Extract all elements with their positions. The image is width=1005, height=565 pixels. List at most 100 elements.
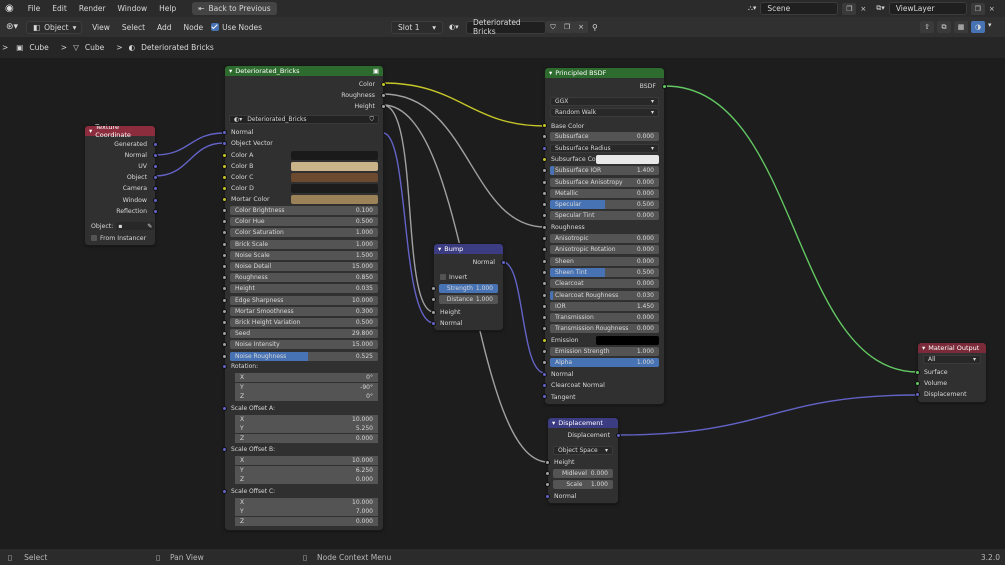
- bsdf-subsurface-socket[interactable]: [542, 134, 547, 140]
- overlay-icon[interactable]: ◑: [971, 21, 985, 33]
- input-socket[interactable]: [222, 186, 227, 192]
- bsdf-metallic[interactable]: Metallic 0.000: [550, 188, 659, 198]
- node-header[interactable]: ▾ Bump: [434, 244, 503, 254]
- back-to-previous-button[interactable]: ⇤ Back to Previous: [192, 2, 277, 15]
- bsdf-transmission-socket[interactable]: [542, 315, 547, 321]
- vector-component-x[interactable]: X 10.000: [235, 497, 378, 507]
- input-socket[interactable]: [222, 331, 227, 337]
- parent-node-icon[interactable]: ⇧: [920, 21, 934, 33]
- bsdf-anisotropic-rotation-socket[interactable]: [542, 247, 547, 253]
- input-socket[interactable]: [222, 219, 227, 225]
- output-socket[interactable]: [381, 92, 386, 98]
- bsdf-clearcoat[interactable]: Clearcoat 0.000: [550, 279, 659, 289]
- scale-field[interactable]: Scale 1.000: [553, 480, 613, 489]
- principled-bsdf-node[interactable]: ▾ Principled BSDF BSDF GGX ▾ Random Walk ▾ …: [542, 67, 667, 405]
- collapse-icon[interactable]: ▾: [552, 419, 555, 427]
- menu-file[interactable]: File: [22, 4, 47, 13]
- collapse-icon[interactable]: ▾: [89, 127, 92, 135]
- group-field-noise-roughness[interactable]: Noise Roughness 0.525: [230, 351, 378, 361]
- group-field-noise-scale[interactable]: Noise Scale 1.500: [230, 250, 378, 260]
- bsdf-alpha-socket[interactable]: [542, 360, 547, 366]
- bsdf-anisotropic[interactable]: Anisotropic 0.000: [550, 234, 659, 243]
- editor-type-icon[interactable]: ⊛▾: [6, 22, 18, 32]
- bsdf-subsurface-anisotropy[interactable]: Subsurface Anisotropy 0.000: [550, 177, 659, 187]
- vector-component-y[interactable]: Y 6.250: [235, 465, 378, 475]
- strength-field[interactable]: Strength 1.000: [439, 284, 498, 293]
- unlink-material-icon[interactable]: ×: [574, 21, 588, 33]
- group-field-seed[interactable]: Seed 29.800: [230, 329, 378, 339]
- group-field-brick-height-variation[interactable]: Brick Height Variation 0.500: [230, 318, 378, 327]
- bsdf-emission-strength-socket[interactable]: [542, 349, 547, 354]
- output-socket[interactable]: [153, 197, 158, 203]
- input-socket[interactable]: [222, 405, 227, 411]
- distance-field[interactable]: Distance 1.000: [439, 295, 498, 304]
- input-socket[interactable]: [545, 493, 550, 499]
- use-nodes-checkbox[interactable]: [211, 23, 220, 31]
- color-swatch[interactable]: [291, 161, 378, 171]
- chevron-down-icon[interactable]: ▾: [988, 21, 992, 33]
- node-tree-icon[interactable]: ◐▾: [234, 116, 242, 123]
- vector-component-x[interactable]: X 10.000: [235, 414, 378, 424]
- breadcrumb-mesh[interactable]: Cube: [85, 43, 104, 52]
- vector-component-x[interactable]: X 10.000: [235, 456, 378, 465]
- menu-help[interactable]: Help: [153, 4, 182, 13]
- bsdf-subsurface-radius-socket[interactable]: [542, 145, 547, 151]
- subsurface-method-select[interactable]: Random Walk ▾: [550, 108, 659, 117]
- bsdf-transmission[interactable]: Transmission 0.000: [550, 313, 659, 323]
- group-field-color-brightness[interactable]: Color Brightness 0.100: [230, 206, 378, 215]
- bsdf-ior[interactable]: IOR 1.450: [550, 301, 659, 311]
- strength-socket[interactable]: [431, 286, 436, 291]
- group-field-height[interactable]: Height 0.035: [230, 284, 378, 294]
- material-browse-icon[interactable]: ◐▾: [449, 23, 459, 31]
- snap-options-icon[interactable]: ▦: [954, 21, 968, 33]
- vector-component-y[interactable]: Y -90°: [235, 382, 378, 392]
- material-name-field[interactable]: Deteriorated Bricks: [466, 18, 546, 36]
- bsdf-emission-strength[interactable]: Emission Strength 1.000: [550, 347, 659, 356]
- output-socket[interactable]: [381, 103, 386, 109]
- vector-component-z[interactable]: Z 0°: [235, 392, 378, 402]
- eyedropper-icon[interactable]: ✎: [147, 223, 152, 230]
- node-header[interactable]: ▾ Material Output: [918, 343, 986, 353]
- vector-component-y[interactable]: Y 5.250: [235, 424, 378, 434]
- output-socket[interactable]: [501, 259, 506, 265]
- input-socket[interactable]: [222, 230, 227, 236]
- bsdf-subsurface[interactable]: Subsurface 0.000: [550, 132, 659, 142]
- input-socket[interactable]: [222, 129, 227, 135]
- group-field-noise-detail[interactable]: Noise Detail 15.000: [230, 262, 378, 271]
- view-layer-selector[interactable]: ViewLayer: [888, 2, 967, 15]
- bsdf-subsurface-anisotropy-socket[interactable]: [542, 179, 547, 185]
- deteriorated-bricks-node[interactable]: ▾ Deteriorated_Bricks ▣ Color Roughness Heig…: [222, 65, 386, 531]
- input-socket[interactable]: [222, 197, 227, 203]
- bsdf-metallic-socket[interactable]: [542, 190, 547, 196]
- bsdf-clearcoat-roughness-socket[interactable]: [542, 292, 547, 298]
- scale-socket[interactable]: [545, 482, 550, 487]
- input-socket[interactable]: [222, 163, 227, 169]
- header-menu-add[interactable]: Add: [151, 23, 178, 32]
- from-instancer-row[interactable]: From Instancer: [85, 233, 155, 243]
- pin-icon[interactable]: ⚲: [592, 23, 598, 32]
- blender-logo-icon[interactable]: ◉: [5, 3, 14, 14]
- bsdf-subsurface-ior[interactable]: Subsurface IOR 1.400: [550, 166, 659, 176]
- node-header[interactable]: ▾ Displacement: [548, 418, 618, 428]
- view-layer-icon[interactable]: ⧉▾: [876, 4, 885, 13]
- snap-icon[interactable]: ⧉: [937, 21, 951, 33]
- input-socket[interactable]: [222, 264, 227, 269]
- bsdf-sheen-tint[interactable]: Sheen Tint 0.500: [550, 267, 659, 277]
- from-instancer-checkbox[interactable]: [91, 235, 97, 241]
- bsdf-specular-socket[interactable]: [542, 202, 547, 208]
- bump-node[interactable]: ▾ Bump Normal Invert Strength 1.000 Distan…: [431, 243, 506, 331]
- midlevel-field[interactable]: Midlevel 0.000: [553, 469, 613, 478]
- bsdf-transmission-roughness-socket[interactable]: [542, 326, 547, 332]
- menu-edit[interactable]: Edit: [46, 4, 73, 13]
- group-field-color-hue[interactable]: Color Hue 0.500: [230, 217, 378, 227]
- midlevel-socket[interactable]: [545, 471, 550, 476]
- input-socket[interactable]: [222, 275, 227, 281]
- group-field-brick-scale[interactable]: Brick Scale 1.000: [230, 239, 378, 249]
- invert-checkbox[interactable]: [440, 274, 446, 280]
- bsdf-ior-socket[interactable]: [542, 303, 547, 309]
- collapse-icon[interactable]: ▾: [549, 69, 552, 77]
- input-socket[interactable]: [431, 320, 436, 326]
- group-field-noise-intensity[interactable]: Noise Intensity 15.000: [230, 340, 378, 350]
- input-socket[interactable]: [222, 208, 227, 213]
- breadcrumb-material[interactable]: Deteriorated Bricks: [141, 43, 214, 52]
